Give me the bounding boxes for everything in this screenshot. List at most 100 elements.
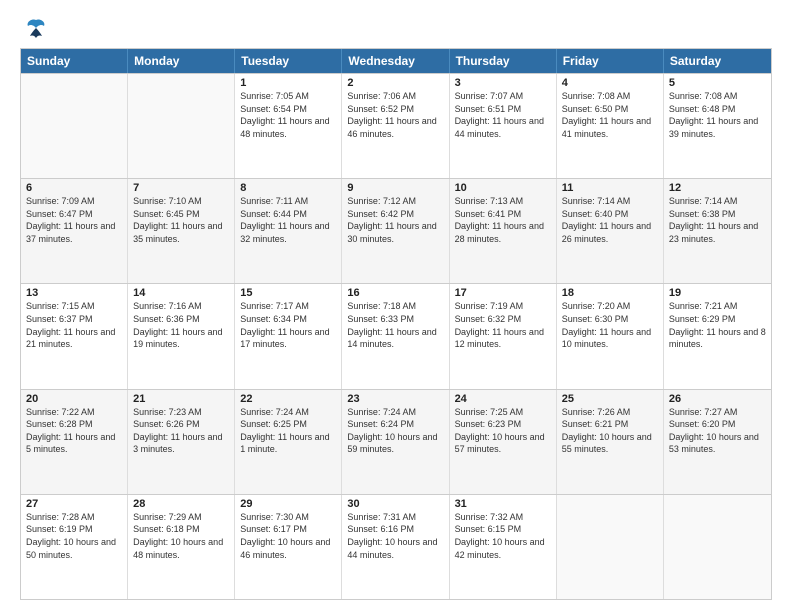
cell-text-line: Daylight: 11 hours and 8 minutes. [669, 326, 766, 351]
cell-text-line: Sunrise: 7:06 AM [347, 90, 443, 103]
header-cell-tuesday: Tuesday [235, 49, 342, 73]
day-cell-29: 29Sunrise: 7:30 AMSunset: 6:17 PMDayligh… [235, 495, 342, 599]
cell-text-line: Daylight: 11 hours and 39 minutes. [669, 115, 766, 140]
cell-text-line: Sunset: 6:54 PM [240, 103, 336, 116]
day-cell-6: 6Sunrise: 7:09 AMSunset: 6:47 PMDaylight… [21, 179, 128, 283]
cell-text-line: Daylight: 11 hours and 5 minutes. [26, 431, 122, 456]
cell-text-line: Daylight: 10 hours and 59 minutes. [347, 431, 443, 456]
calendar-header-row: SundayMondayTuesdayWednesdayThursdayFrid… [21, 49, 771, 73]
cell-text-line: Sunrise: 7:24 AM [240, 406, 336, 419]
cell-text-line: Sunrise: 7:15 AM [26, 300, 122, 313]
cell-text-line: Daylight: 11 hours and 1 minute. [240, 431, 336, 456]
cell-text-line: Sunrise: 7:12 AM [347, 195, 443, 208]
day-cell-13: 13Sunrise: 7:15 AMSunset: 6:37 PMDayligh… [21, 284, 128, 388]
day-number: 9 [347, 182, 443, 194]
calendar-week-1: 1Sunrise: 7:05 AMSunset: 6:54 PMDaylight… [21, 73, 771, 178]
cell-text-line: Sunset: 6:28 PM [26, 418, 122, 431]
day-cell-3: 3Sunrise: 7:07 AMSunset: 6:51 PMDaylight… [450, 74, 557, 178]
day-cell-4: 4Sunrise: 7:08 AMSunset: 6:50 PMDaylight… [557, 74, 664, 178]
cell-text-line: Daylight: 10 hours and 42 minutes. [455, 536, 551, 561]
header-cell-friday: Friday [557, 49, 664, 73]
cell-text-line: Sunrise: 7:32 AM [455, 511, 551, 524]
cell-text-line: Sunset: 6:30 PM [562, 313, 658, 326]
day-number: 8 [240, 182, 336, 194]
cell-text-line: Daylight: 11 hours and 32 minutes. [240, 220, 336, 245]
cell-text-line: Sunrise: 7:20 AM [562, 300, 658, 313]
calendar-week-5: 27Sunrise: 7:28 AMSunset: 6:19 PMDayligh… [21, 494, 771, 599]
day-cell-8: 8Sunrise: 7:11 AMSunset: 6:44 PMDaylight… [235, 179, 342, 283]
cell-text-line: Daylight: 11 hours and 44 minutes. [455, 115, 551, 140]
cell-text-line: Sunrise: 7:05 AM [240, 90, 336, 103]
day-cell-17: 17Sunrise: 7:19 AMSunset: 6:32 PMDayligh… [450, 284, 557, 388]
header-cell-thursday: Thursday [450, 49, 557, 73]
cell-text-line: Daylight: 10 hours and 50 minutes. [26, 536, 122, 561]
cell-text-line: Sunset: 6:32 PM [455, 313, 551, 326]
cell-text-line: Daylight: 11 hours and 23 minutes. [669, 220, 766, 245]
day-cell-28: 28Sunrise: 7:29 AMSunset: 6:18 PMDayligh… [128, 495, 235, 599]
day-number: 12 [669, 182, 766, 194]
calendar-week-2: 6Sunrise: 7:09 AMSunset: 6:47 PMDaylight… [21, 178, 771, 283]
day-cell-27: 27Sunrise: 7:28 AMSunset: 6:19 PMDayligh… [21, 495, 128, 599]
day-cell-26: 26Sunrise: 7:27 AMSunset: 6:20 PMDayligh… [664, 390, 771, 494]
cell-text-line: Sunrise: 7:07 AM [455, 90, 551, 103]
cell-text-line: Sunset: 6:33 PM [347, 313, 443, 326]
cell-text-line: Sunset: 6:16 PM [347, 523, 443, 536]
cell-text-line: Sunrise: 7:19 AM [455, 300, 551, 313]
cell-text-line: Sunrise: 7:08 AM [562, 90, 658, 103]
day-cell-12: 12Sunrise: 7:14 AMSunset: 6:38 PMDayligh… [664, 179, 771, 283]
day-cell-23: 23Sunrise: 7:24 AMSunset: 6:24 PMDayligh… [342, 390, 449, 494]
day-cell-7: 7Sunrise: 7:10 AMSunset: 6:45 PMDaylight… [128, 179, 235, 283]
cell-text-line: Sunset: 6:29 PM [669, 313, 766, 326]
cell-text-line: Daylight: 11 hours and 28 minutes. [455, 220, 551, 245]
cell-text-line: Sunrise: 7:10 AM [133, 195, 229, 208]
page: SundayMondayTuesdayWednesdayThursdayFrid… [0, 0, 792, 612]
day-cell-22: 22Sunrise: 7:24 AMSunset: 6:25 PMDayligh… [235, 390, 342, 494]
cell-text-line: Daylight: 11 hours and 46 minutes. [347, 115, 443, 140]
day-cell-2: 2Sunrise: 7:06 AMSunset: 6:52 PMDaylight… [342, 74, 449, 178]
cell-text-line: Sunset: 6:18 PM [133, 523, 229, 536]
day-number: 20 [26, 393, 122, 405]
cell-text-line: Sunset: 6:34 PM [240, 313, 336, 326]
header-cell-saturday: Saturday [664, 49, 771, 73]
cell-text-line: Sunset: 6:19 PM [26, 523, 122, 536]
cell-text-line: Sunset: 6:21 PM [562, 418, 658, 431]
cell-text-line: Sunrise: 7:30 AM [240, 511, 336, 524]
day-number: 17 [455, 287, 551, 299]
cell-text-line: Sunrise: 7:24 AM [347, 406, 443, 419]
cell-text-line: Daylight: 10 hours and 46 minutes. [240, 536, 336, 561]
logo [20, 16, 50, 40]
day-number: 7 [133, 182, 229, 194]
cell-text-line: Sunrise: 7:31 AM [347, 511, 443, 524]
header-cell-sunday: Sunday [21, 49, 128, 73]
cell-text-line: Sunrise: 7:22 AM [26, 406, 122, 419]
day-number: 11 [562, 182, 658, 194]
day-cell-21: 21Sunrise: 7:23 AMSunset: 6:26 PMDayligh… [128, 390, 235, 494]
logo-bird-icon [22, 16, 50, 44]
day-cell-11: 11Sunrise: 7:14 AMSunset: 6:40 PMDayligh… [557, 179, 664, 283]
calendar: SundayMondayTuesdayWednesdayThursdayFrid… [20, 48, 772, 600]
cell-text-line: Sunrise: 7:27 AM [669, 406, 766, 419]
day-number: 6 [26, 182, 122, 194]
day-cell-9: 9Sunrise: 7:12 AMSunset: 6:42 PMDaylight… [342, 179, 449, 283]
day-number: 29 [240, 498, 336, 510]
cell-text-line: Daylight: 10 hours and 53 minutes. [669, 431, 766, 456]
header [20, 16, 772, 40]
cell-text-line: Sunset: 6:38 PM [669, 208, 766, 221]
cell-text-line: Daylight: 11 hours and 48 minutes. [240, 115, 336, 140]
cell-text-line: Sunset: 6:48 PM [669, 103, 766, 116]
cell-text-line: Sunset: 6:47 PM [26, 208, 122, 221]
day-number: 25 [562, 393, 658, 405]
cell-text-line: Sunset: 6:44 PM [240, 208, 336, 221]
day-cell-14: 14Sunrise: 7:16 AMSunset: 6:36 PMDayligh… [128, 284, 235, 388]
cell-text-line: Sunset: 6:52 PM [347, 103, 443, 116]
cell-text-line: Sunrise: 7:11 AM [240, 195, 336, 208]
day-number: 31 [455, 498, 551, 510]
day-cell-15: 15Sunrise: 7:17 AMSunset: 6:34 PMDayligh… [235, 284, 342, 388]
cell-text-line: Sunset: 6:51 PM [455, 103, 551, 116]
cell-text-line: Sunset: 6:25 PM [240, 418, 336, 431]
empty-cell [557, 495, 664, 599]
cell-text-line: Sunset: 6:24 PM [347, 418, 443, 431]
cell-text-line: Daylight: 11 hours and 12 minutes. [455, 326, 551, 351]
cell-text-line: Sunrise: 7:14 AM [562, 195, 658, 208]
cell-text-line: Sunrise: 7:14 AM [669, 195, 766, 208]
